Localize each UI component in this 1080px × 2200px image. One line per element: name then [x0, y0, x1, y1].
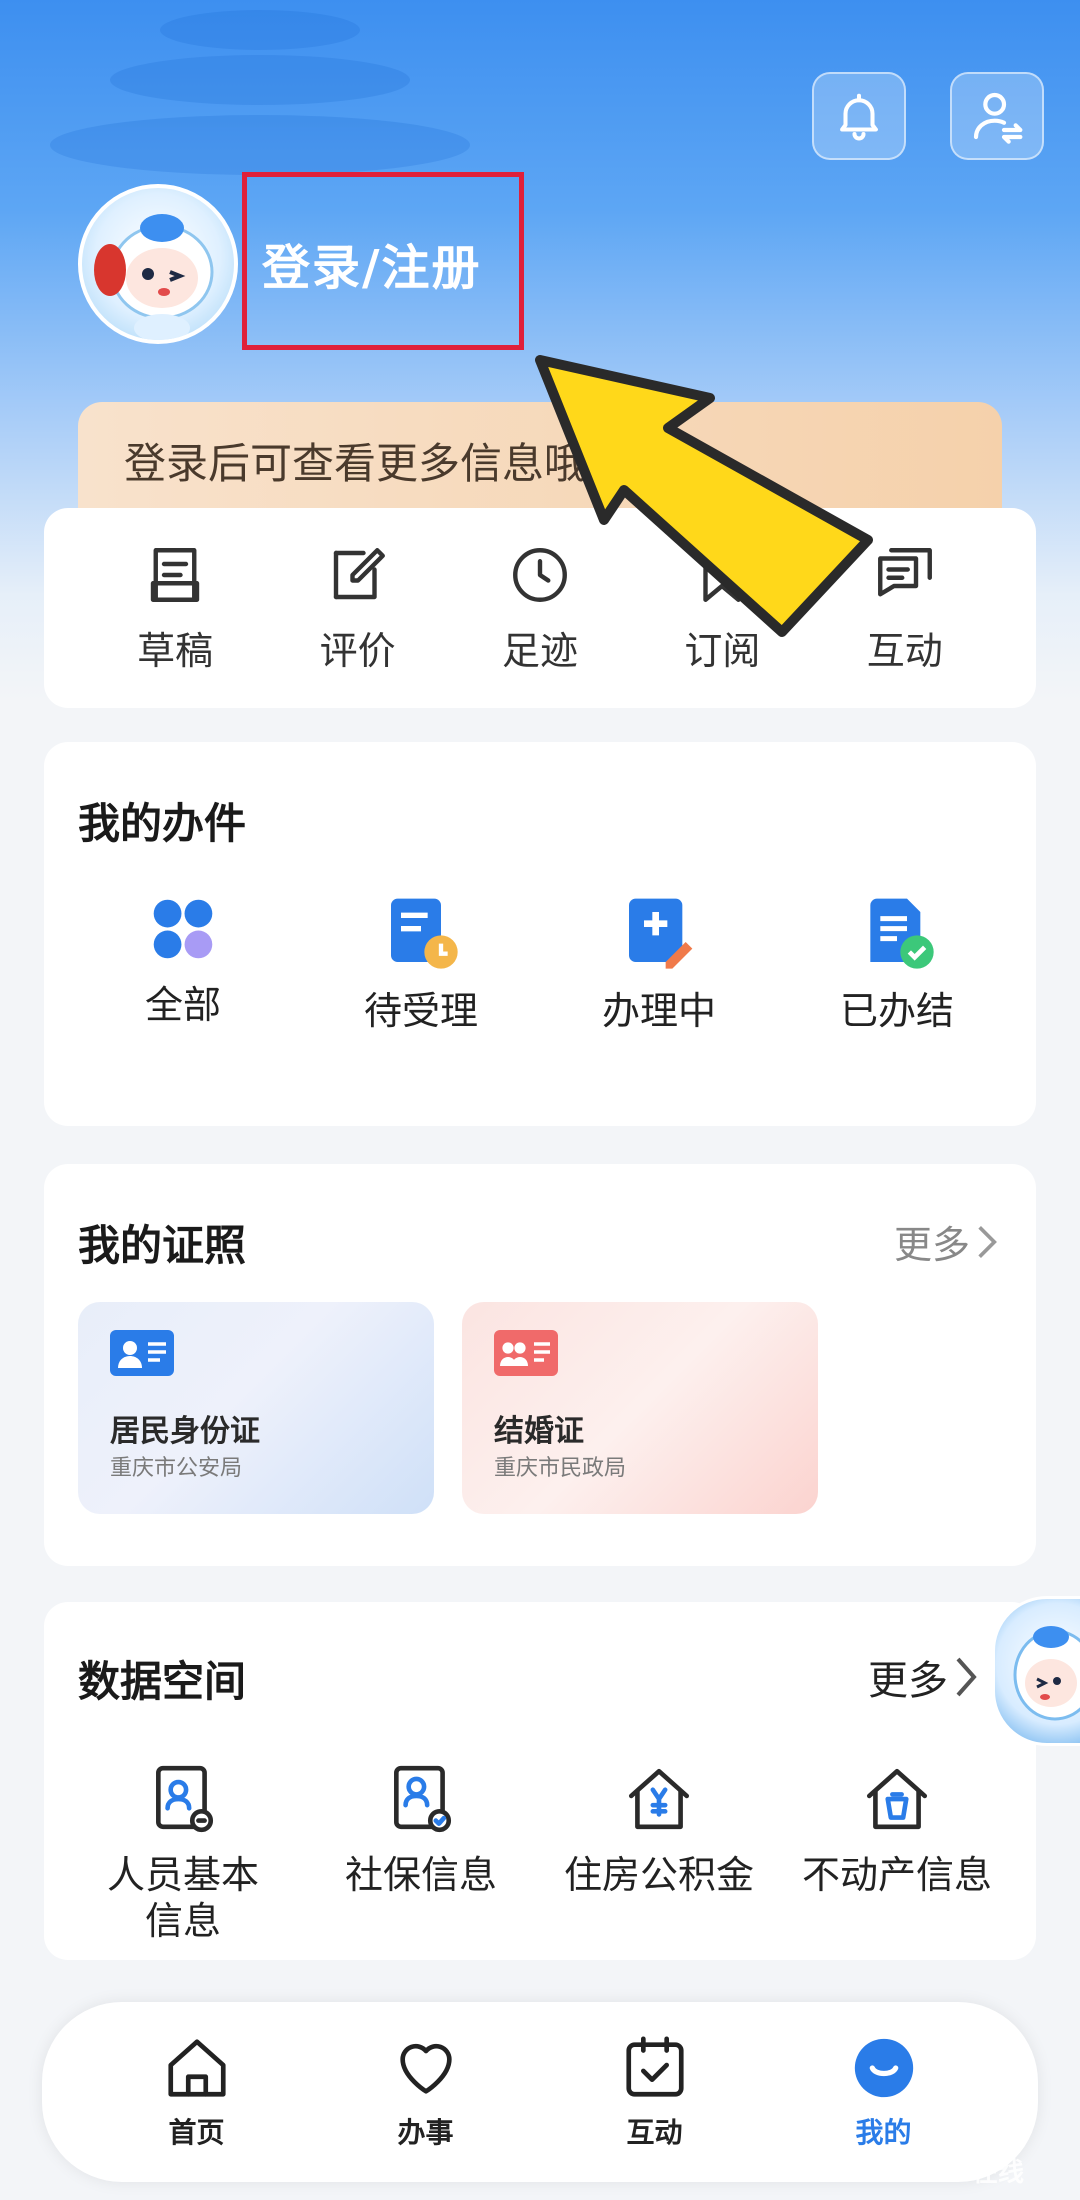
bottom-tab-bar: 首页 办事 互动 我的	[42, 2002, 1038, 2182]
watermark: 在线	[972, 2158, 1025, 2188]
my-cases-grid: 全部 待受理 办理中 已办结	[44, 892, 1036, 1034]
data-space-more-link[interactable]: 更多	[868, 1648, 978, 1706]
pointer-arrow-annotation	[535, 355, 873, 637]
my-licenses-card: 我的证照 更多 居民身份证 重庆市公安局 结婚证 重庆市民政局	[44, 1164, 1036, 1566]
tab-home[interactable]: 首页	[112, 2033, 282, 2151]
grid-icon	[153, 899, 213, 959]
smile-icon	[854, 2038, 913, 2098]
mascot-icon	[1013, 1626, 1080, 1721]
social-security-icon	[394, 1765, 452, 1833]
avatar[interactable]	[78, 184, 238, 344]
data-space-grid: 人员基本 信息 社保信息 住房公积金 不动产信息	[44, 1762, 1036, 1944]
notification-button[interactable]	[812, 72, 906, 160]
calendar-check-icon	[625, 2036, 684, 2097]
marriage-certificate-icon	[494, 1330, 558, 1376]
case-done[interactable]: 已办结	[787, 892, 1007, 1034]
data-housing-fund[interactable]: 住房公积金	[549, 1762, 769, 1944]
bell-icon	[840, 93, 878, 141]
tower-decoration	[40, 0, 480, 200]
heart-icon	[399, 2043, 452, 2094]
home-icon	[167, 2039, 226, 2097]
draft-icon	[150, 547, 200, 602]
switch-account-button[interactable]	[950, 72, 1044, 160]
pending-doc-icon	[391, 898, 458, 969]
data-social-security[interactable]: 社保信息	[311, 1762, 531, 1944]
chevron-right-icon	[978, 1225, 997, 1258]
quick-action-draft[interactable]: 草稿	[100, 542, 250, 675]
user-switch-icon	[973, 92, 1023, 144]
data-space-card: 数据空间 更多 人员基本 信息 社保信息 住房公积金 不动产信息	[44, 1602, 1036, 1960]
license-card-id[interactable]: 居民身份证 重庆市公安局	[78, 1302, 434, 1514]
my-cases-card: 我的办件 全部 待受理 办理中 已办结	[44, 742, 1036, 1126]
license-card-marriage[interactable]: 结婚证 重庆市民政局	[462, 1302, 818, 1514]
my-licenses-title: 我的证照	[78, 1221, 247, 1270]
tab-interact[interactable]: 互动	[570, 2033, 740, 2151]
data-space-title: 数据空间	[78, 1657, 247, 1706]
tab-mine[interactable]: 我的	[799, 2033, 969, 2151]
floating-mascot-button[interactable]	[992, 1596, 1080, 1746]
data-person-info[interactable]: 人员基本 信息	[73, 1762, 293, 1944]
case-all[interactable]: 全部	[73, 892, 293, 1034]
mascot-icon	[94, 214, 214, 340]
case-pending[interactable]: 待受理	[311, 892, 531, 1034]
tab-services[interactable]: 办事	[341, 2033, 511, 2151]
id-card-icon	[110, 1330, 174, 1376]
edit-icon	[333, 547, 385, 599]
done-doc-icon	[870, 898, 934, 969]
housing-fund-icon	[628, 1768, 690, 1830]
person-info-icon	[156, 1765, 214, 1833]
chevron-right-icon	[956, 1657, 977, 1697]
highlight-box	[242, 172, 524, 350]
real-estate-icon	[866, 1768, 928, 1830]
case-processing[interactable]: 办理中	[549, 892, 769, 1034]
chat-icon	[877, 547, 932, 596]
quick-action-review[interactable]: 评价	[283, 542, 433, 675]
processing-doc-icon	[629, 898, 693, 969]
licenses-more-link[interactable]: 更多	[894, 1214, 998, 1269]
my-cases-title: 我的办件	[78, 799, 247, 848]
data-real-estate[interactable]: 不动产信息	[787, 1762, 1007, 1944]
